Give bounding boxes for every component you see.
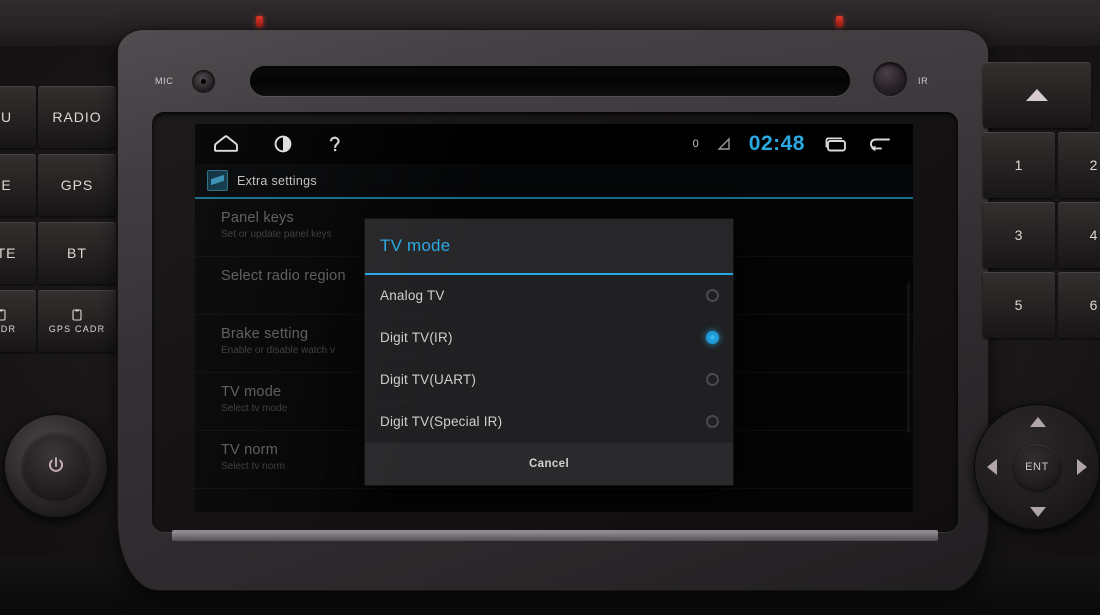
- keypad-3-button[interactable]: 3: [983, 202, 1055, 268]
- dpad-left-icon[interactable]: [987, 459, 997, 475]
- android-status-bar: 0 02:48: [195, 124, 913, 164]
- keypad-4-button[interactable]: 4: [1058, 202, 1100, 268]
- keypad-1-label: 1: [1014, 157, 1024, 173]
- mode-button-label: DE: [0, 177, 12, 193]
- radio-button-indicator-selected[interactable]: [706, 331, 719, 344]
- option-label: Digit TV(UART): [380, 372, 477, 387]
- power-icon: [48, 457, 64, 472]
- gps-button[interactable]: GPS: [38, 154, 116, 216]
- cancel-button[interactable]: Cancel: [529, 458, 569, 470]
- dpad-right-icon[interactable]: [1077, 459, 1087, 475]
- radio-button-indicator[interactable]: [706, 289, 719, 302]
- radio-option-digit-tv-uart[interactable]: Digit TV(UART): [365, 359, 733, 401]
- volume-power-knob[interactable]: [4, 414, 108, 518]
- eject-icon: [1026, 89, 1048, 101]
- ir-receiver: [873, 62, 907, 96]
- menu-button[interactable]: NU: [0, 86, 36, 148]
- gps-cadr-button[interactable]: GPS CADR: [38, 290, 116, 352]
- radio-button-indicator[interactable]: [706, 415, 719, 428]
- radio-button-indicator[interactable]: [706, 373, 719, 386]
- keypad-5-label: 5: [1014, 297, 1024, 313]
- mute-button[interactable]: UTE: [0, 222, 36, 284]
- dialog-title: TV mode: [380, 236, 451, 255]
- gps-card-icon: [72, 308, 82, 321]
- home-icon[interactable]: [213, 134, 239, 154]
- car-head-unit: NU RADIO DE GPS UTE BT CADR GPS CADR: [0, 0, 1100, 615]
- dpad-up-icon[interactable]: [1030, 417, 1046, 427]
- recent-apps-icon[interactable]: [823, 135, 849, 154]
- card-icon: [0, 308, 6, 321]
- power-button[interactable]: [23, 433, 89, 499]
- keypad-5-button[interactable]: 5: [983, 272, 1055, 338]
- signal-icon: [717, 137, 730, 150]
- mic-label: MIC: [155, 76, 174, 86]
- tv-mode-dialog: TV mode Analog TV Digit TV(IR) Digit TV(…: [365, 219, 733, 485]
- keypad-4-label: 4: [1089, 227, 1099, 243]
- radio-option-analog-tv[interactable]: Analog TV: [365, 275, 733, 317]
- mute-button-label: UTE: [0, 245, 17, 261]
- keypad-6-label: 6: [1089, 297, 1099, 313]
- status-bar-right-group: 0 02:48: [693, 132, 913, 156]
- option-label: Analog TV: [380, 288, 445, 303]
- gps-button-label: GPS: [60, 177, 94, 193]
- microphone: [192, 70, 215, 93]
- help-icon[interactable]: [327, 134, 343, 154]
- menu-button-label: NU: [0, 109, 13, 125]
- keypad-2-button[interactable]: 2: [1058, 132, 1100, 198]
- disc-slot-led-right: [836, 16, 843, 27]
- disc-slot[interactable]: [250, 66, 850, 96]
- keypad-2-label: 2: [1089, 157, 1099, 173]
- ir-label: IR: [918, 76, 929, 86]
- radio-option-digit-tv-special-ir[interactable]: Digit TV(Special IR): [365, 401, 733, 443]
- dialog-footer: Cancel: [365, 443, 733, 485]
- keypad-3-label: 3: [1014, 227, 1024, 243]
- keypad-6-button[interactable]: 6: [1058, 272, 1100, 338]
- option-label: Digit TV(IR): [380, 330, 453, 345]
- dpad-down-icon[interactable]: [1030, 507, 1046, 517]
- page-title: Extra settings: [237, 173, 317, 188]
- gps-cadr-button-label: GPS CADR: [48, 323, 106, 334]
- radio-button[interactable]: RADIO: [38, 86, 116, 148]
- navigation-dpad[interactable]: ENT: [974, 404, 1100, 530]
- enter-button[interactable]: ENT: [1014, 444, 1060, 490]
- back-icon[interactable]: [867, 135, 893, 153]
- bluetooth-button-label: BT: [67, 245, 87, 261]
- brightness-icon[interactable]: [273, 134, 293, 154]
- dialog-header: TV mode: [365, 219, 733, 273]
- bezel-accent-strip: [172, 530, 938, 541]
- notification-count: 0: [692, 138, 699, 150]
- eject-button[interactable]: [983, 62, 1091, 128]
- radio-button-label: RADIO: [52, 109, 102, 125]
- radio-option-digit-tv-ir[interactable]: Digit TV(IR): [365, 317, 733, 359]
- status-bar-clock: 02:48: [748, 132, 805, 155]
- extra-settings-icon: [207, 170, 228, 191]
- page-title-bar: Extra settings: [195, 164, 913, 199]
- lcd-screen[interactable]: 0 02:48 Extra settings Panel keys Set or…: [195, 124, 913, 512]
- cadr-button[interactable]: CADR: [0, 290, 36, 352]
- cadr-button-label: CADR: [0, 323, 17, 334]
- bluetooth-button[interactable]: BT: [38, 222, 116, 284]
- option-label: Digit TV(Special IR): [380, 414, 503, 429]
- keypad-1-button[interactable]: 1: [983, 132, 1055, 198]
- mode-button[interactable]: DE: [0, 154, 36, 216]
- disc-slot-led-left: [256, 16, 263, 27]
- dialog-options: Analog TV Digit TV(IR) Digit TV(UART) Di…: [365, 275, 733, 443]
- status-bar-left-group: [195, 134, 343, 154]
